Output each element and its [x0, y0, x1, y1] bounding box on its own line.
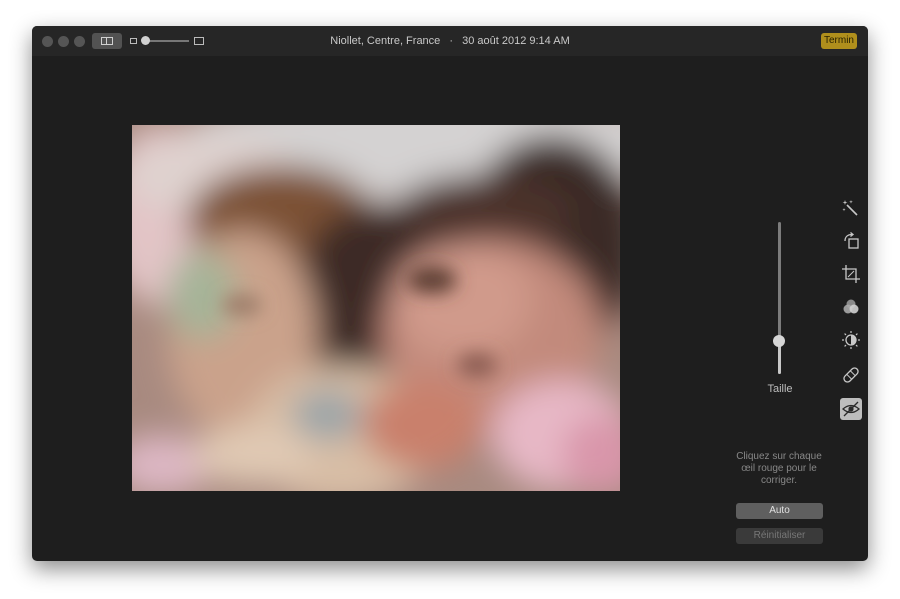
retouch-tool-button[interactable] [840, 364, 862, 386]
title-separator: · [449, 35, 454, 47]
blurred-photo [132, 125, 620, 491]
magic-wand-tool-button[interactable] [840, 197, 862, 219]
title-location: Niollet, Centre, France [330, 35, 441, 47]
filters-icon [843, 299, 859, 314]
rotate-icon [844, 231, 859, 249]
red-eye-hint: Cliquez sur chaque œil rouge pour le cor… [736, 451, 822, 486]
title-datetime: 30 août 2012 9:14 AM [462, 35, 570, 47]
reset-button[interactable]: Réinitialiser [736, 528, 823, 544]
photo-canvas[interactable] [132, 125, 620, 491]
size-slider-label: Taille [767, 383, 793, 395]
red-eye-tool-button[interactable] [840, 398, 862, 420]
auto-button[interactable]: Auto [736, 503, 823, 519]
retouch-bandage-icon [843, 367, 859, 383]
window-title: Niollet, Centre, France · 30 août 2012 9… [32, 35, 868, 47]
photos-edit-window: Niollet, Centre, France · 30 août 2012 9… [32, 26, 868, 561]
magic-wand-icon [842, 200, 858, 216]
filters-tool-button[interactable] [840, 296, 862, 318]
rotate-tool-button[interactable] [840, 230, 862, 252]
adjust-icon [842, 331, 860, 349]
red-eye-icon [842, 401, 860, 417]
crop-tool-button[interactable] [840, 263, 862, 285]
done-button[interactable]: Termin [821, 33, 857, 49]
title-bar: Niollet, Centre, France · 30 août 2012 9… [32, 26, 868, 56]
size-slider-knob[interactable] [773, 335, 785, 347]
crop-icon [842, 265, 860, 283]
adjust-tool-button[interactable] [840, 329, 862, 351]
